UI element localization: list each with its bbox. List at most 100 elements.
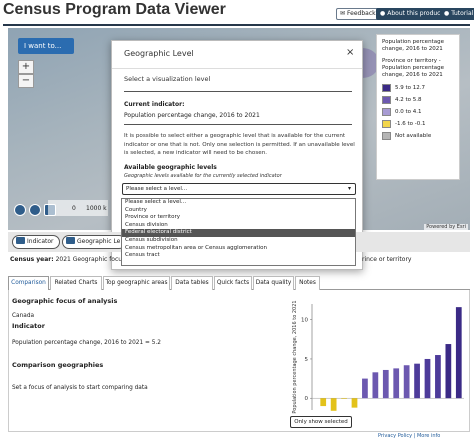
bar: [351, 398, 358, 408]
legend-title: Population percentage change, 2016 to 20…: [382, 39, 444, 52]
legend-swatch: [382, 96, 391, 104]
tab-label: Related Charts: [54, 280, 98, 286]
geo-focus-value: Canada: [12, 313, 35, 319]
legend-label: -1.6 to -0.1: [395, 121, 426, 127]
tab-label: Quick facts: [216, 280, 250, 286]
basemap-icon[interactable]: [14, 204, 26, 216]
geo-focus-heading: Geographic focus of analysis: [12, 297, 118, 305]
layers-icon[interactable]: [29, 204, 41, 216]
indicator-button[interactable]: Indicator: [12, 235, 60, 249]
dropdown-option[interactable]: Province or territory: [122, 214, 355, 222]
bar: [414, 363, 420, 399]
tab-notes[interactable]: Notes: [295, 276, 320, 290]
y-tick-label: 10: [301, 318, 308, 324]
dialog-subtitle: Select a visualization level: [124, 75, 211, 83]
dropdown-option[interactable]: Country: [122, 207, 355, 215]
census-year-value: 2021 Geographic focus: [55, 256, 126, 263]
y-tick-label: 5: [305, 357, 309, 363]
legend-subtitle: Province or territory - Population perce…: [382, 58, 444, 78]
dialog-header: Geographic Level ×: [112, 41, 362, 69]
only-show-selected-button[interactable]: Only show selected: [290, 416, 352, 428]
help-icon: ●: [444, 10, 450, 17]
feedback-label: Feedback: [347, 10, 376, 17]
chevron-down-icon: ▾: [347, 185, 351, 192]
bar: [372, 372, 379, 399]
tab-comparison[interactable]: Comparison: [8, 276, 49, 290]
dropdown-option[interactable]: Please select a level...: [122, 199, 355, 207]
legend-label: Not available: [395, 133, 432, 139]
tutorial-label: Tutorial: [451, 10, 474, 17]
tab-top-geographic-areas[interactable]: Top geographic areas: [103, 276, 170, 290]
legend-swatch: [382, 132, 391, 140]
tab-label: Data tables: [175, 280, 209, 286]
feedback-button[interactable]: ✉ Feedback: [336, 8, 380, 20]
close-icon[interactable]: ×: [346, 47, 354, 58]
dropdown-option[interactable]: Census metropolitan area or Census agglo…: [122, 245, 355, 253]
bar: [341, 398, 347, 399]
level-select-value: Please select a level...: [126, 186, 188, 192]
more-info-link[interactable]: More info: [417, 433, 440, 439]
available-levels-label: Available geographic levels: [124, 164, 217, 171]
zoom-out-button[interactable]: −: [18, 74, 34, 88]
powered-by[interactable]: Powered by Esri: [424, 224, 468, 230]
legend-swatch: [382, 120, 391, 128]
map-legend: Population percentage change, 2016 to 20…: [376, 34, 460, 180]
indicator-icon: [16, 237, 25, 244]
tab-label: Comparison: [11, 280, 46, 286]
legend-item: 4.2 to 5.8: [382, 96, 454, 104]
chat-icon: ✉: [340, 10, 346, 17]
bar: [424, 358, 431, 399]
dialog-title: Geographic Level: [124, 49, 194, 58]
bar: [320, 398, 327, 407]
indicator-label: Indicator: [27, 238, 54, 245]
tab-label: Top geographic areas: [105, 280, 168, 286]
footer-links: Privacy Policy | More info: [378, 433, 441, 439]
globe-icon: [66, 237, 75, 244]
dropdown-option[interactable]: Census subdivision: [122, 237, 355, 245]
scale-bar: 0 1000 k: [48, 200, 108, 216]
indicator-value: Population percentage change, 2016 to 20…: [12, 340, 161, 346]
tab-quick-facts[interactable]: Quick facts: [214, 276, 252, 290]
geographic-level-button[interactable]: Geographic Le: [62, 235, 127, 249]
bar: [455, 307, 462, 399]
dialog-description: It is possible to select either a geogra…: [124, 133, 355, 157]
census-year: Census year: 2021 Geographic focus: [10, 256, 125, 263]
dropdown-option[interactable]: Federal electoral district: [122, 229, 355, 237]
current-indicator-value: Population percentage change, 2016 to 20…: [124, 112, 260, 119]
level-select[interactable]: Please select a level... ▾: [122, 183, 356, 195]
privacy-policy-link[interactable]: Privacy Policy: [378, 433, 412, 439]
tab-related-charts[interactable]: Related Charts: [50, 276, 102, 290]
tab-bar: Comparison Related Charts Top geographic…: [8, 276, 470, 290]
dropdown-option[interactable]: Census division: [122, 222, 355, 230]
bar: [403, 365, 410, 399]
tab-label: Notes: [299, 280, 316, 286]
comparison-heading: Comparison geographies: [12, 361, 104, 369]
bar: [393, 368, 400, 399]
tutorial-button[interactable]: ● Tutorial: [440, 8, 474, 20]
y-tick-label: 0: [305, 396, 309, 402]
legend-swatch: [382, 84, 391, 92]
census-year-label: Census year:: [10, 256, 54, 263]
i-want-to-button[interactable]: I want to...: [18, 38, 74, 54]
about-button[interactable]: ● About this product: [376, 8, 447, 20]
current-indicator-label: Current indicator:: [124, 101, 185, 108]
bar: [330, 398, 337, 411]
legend-label: 0.0 to 4.1: [395, 109, 422, 115]
bar: [435, 355, 441, 399]
tab-data-tables[interactable]: Data tables: [171, 276, 213, 290]
legend-label: 4.2 to 5.8: [395, 97, 422, 103]
zoom-in-button[interactable]: +: [18, 60, 34, 74]
comparison-chart: 10 5 0 Population percentage change, 2016 t…: [292, 300, 464, 414]
comparison-text: Set a focus of analysis to start compari…: [12, 385, 148, 391]
legend-item: 5.9 to 12.7: [382, 84, 454, 92]
about-label: About this product: [387, 10, 443, 17]
level-dropdown-list: Please select a level... Country Province …: [121, 198, 356, 266]
scale-left: 0: [72, 205, 76, 212]
legend-label: 5.9 to 12.7: [395, 85, 426, 91]
legend-item: Not available: [382, 132, 454, 140]
available-levels-hint: Geographic levels available for the curr…: [124, 173, 282, 179]
tab-data-quality[interactable]: Data quality: [253, 276, 294, 290]
dropdown-option[interactable]: Census tract: [122, 252, 355, 260]
bar: [382, 369, 389, 399]
indicator-heading: Indicator: [12, 322, 45, 330]
